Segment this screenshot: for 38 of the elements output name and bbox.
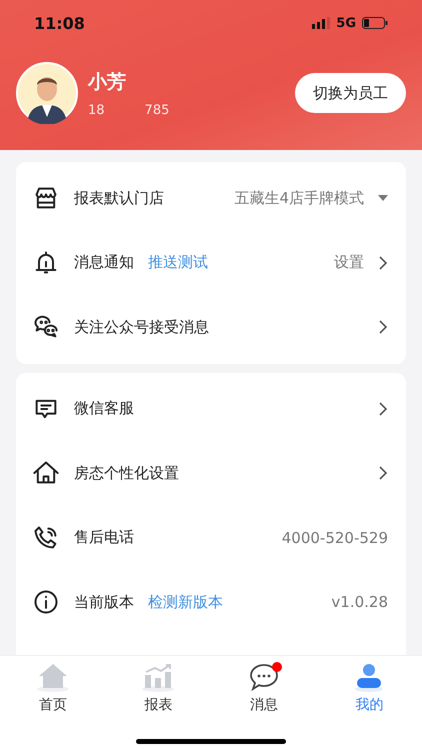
user-name: 小芳 [88,70,127,94]
chevron-right-icon [378,320,388,334]
avatar [16,62,78,124]
row-label: 报表默认门店 [74,188,164,208]
settings-row[interactable]: 关注公众号接受消息 [16,295,406,360]
row-label: 关注公众号接受消息 [74,318,209,337]
chevron-right-icon [378,402,388,416]
chevron-right-icon [378,466,388,480]
tab-item[interactable]: 首页 [0,656,106,750]
settings-row[interactable]: 售后电话 4000-520-529 [16,506,406,570]
signal-icon [312,17,330,29]
row-label: 消息通知 [74,253,134,272]
row-label: 房态个性化设置 [74,464,179,483]
settings-row[interactable]: 报表默认门店 五藏生4店手牌模式 [16,166,406,230]
phone-number: 18 [88,102,105,118]
info-icon [32,588,60,616]
row-value: 五藏生4店手牌模式 [234,188,364,208]
row-label: 当前版本 [74,592,134,612]
row-label: 售后电话 [74,528,134,548]
row-value: v1.0.28 [331,593,388,612]
tab-item[interactable]: 我的 [316,656,422,750]
house-icon [36,662,70,692]
row-value: 4000-520-529 [282,528,388,547]
network-label: 5G [336,16,356,30]
switch-role-button[interactable]: 切换为员工 [295,73,406,113]
status-time: 11:08 [34,14,85,32]
bar-chart-icon [141,662,176,692]
settings-row[interactable]: 微信客服 [16,376,406,441]
settings-row[interactable]: 消息通知 推送测试 设置 [16,230,406,295]
settings-row[interactable]: 当前版本 检测新版本 v1.0.28 [16,570,406,634]
row-value: 设置 [334,253,364,272]
battery-icon [362,17,388,29]
phone-number: 785 [144,102,170,118]
settings-row[interactable]: 房态个性化设置 [16,441,406,506]
tab-item[interactable]: 报表 [106,656,211,750]
row-label: 微信客服 [74,399,134,418]
chevron-right-icon [378,256,388,270]
dropdown-caret-icon [378,194,388,202]
